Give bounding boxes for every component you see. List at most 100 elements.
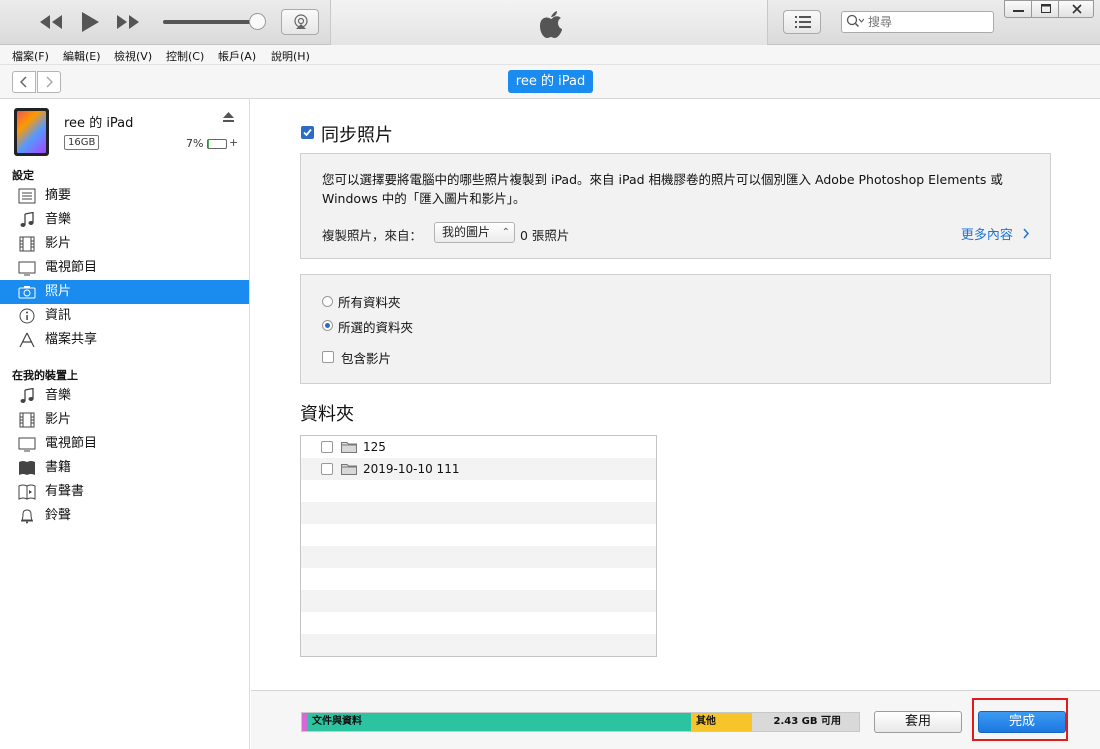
- sidebar-item-label: 電視節目: [45, 436, 98, 451]
- device-name: ree 的 iPad: [64, 116, 134, 131]
- info-icon: [18, 308, 36, 324]
- empty-row: [301, 590, 656, 612]
- sidebar-item[interactable]: 書籍: [0, 456, 249, 480]
- menu-account[interactable]: 帳戶(A): [218, 48, 256, 64]
- volume-slider[interactable]: [163, 20, 259, 24]
- folder-row[interactable]: 125: [301, 436, 656, 458]
- chevron-right-icon: [1023, 228, 1030, 239]
- selected-folders-radio[interactable]: [322, 320, 333, 331]
- copy-from-select[interactable]: 我的圖片 ⌃: [434, 222, 515, 243]
- empty-row: [301, 568, 656, 590]
- sidebar-item[interactable]: 電視節目: [0, 256, 249, 280]
- eject-icon[interactable]: [223, 112, 234, 125]
- capacity-segment: 其他: [690, 713, 753, 731]
- airplay-button[interactable]: [281, 9, 319, 35]
- main-content: 同步照片 您可以選擇要將電腦中的哪些照片複製到 iPad。來自 iPad 相機膠…: [251, 99, 1100, 749]
- folder-checkbox[interactable]: [321, 463, 333, 475]
- summary-icon: [18, 188, 36, 204]
- sidebar-item[interactable]: 音樂: [0, 208, 249, 232]
- audiobook-icon: [18, 484, 36, 500]
- sidebar-item[interactable]: 有聲書: [0, 480, 249, 504]
- sidebar-item[interactable]: 鈴聲: [0, 504, 249, 528]
- battery-percent: 7%: [186, 137, 204, 150]
- title-bar: [0, 0, 1100, 45]
- chevron-left-icon: [19, 76, 27, 88]
- volume-knob[interactable]: [249, 13, 266, 30]
- charging-icon: +: [229, 136, 239, 149]
- minimize-icon: [1013, 10, 1024, 12]
- capacity-segment: 2.43 GB 可用: [752, 713, 859, 731]
- empty-row: [301, 502, 656, 524]
- play-icon[interactable]: [78, 10, 102, 39]
- all-folders-label: 所有資料夾: [338, 295, 401, 310]
- close-icon: [1072, 4, 1082, 14]
- sidebar-item[interactable]: 檔案共享: [0, 328, 249, 352]
- chevron-updown-icon: ⌃: [501, 227, 510, 238]
- more-info-link[interactable]: 更多內容: [961, 224, 1030, 243]
- bottom-bar: 文件與資料 其他 2.43 GB 可用 套用 完成: [251, 690, 1100, 749]
- sidebar-item[interactable]: 影片: [0, 232, 249, 256]
- sidebar-item-label: 書籍: [45, 460, 72, 475]
- sync-photos-checkbox[interactable]: [301, 126, 314, 139]
- empty-row: [301, 634, 656, 656]
- book-icon: [18, 460, 36, 476]
- sidebar-item[interactable]: 照片: [0, 280, 249, 304]
- menu-controls[interactable]: 控制(C): [166, 48, 204, 64]
- sync-photos-title: 同步照片: [321, 125, 393, 146]
- folder-list[interactable]: 125 2019-10-10 111: [300, 435, 657, 657]
- ipad-thumbnail: [14, 108, 49, 156]
- sidebar-item-label: 影片: [45, 412, 72, 427]
- battery-icon: [207, 139, 227, 149]
- capacity-badge: 16GB: [64, 135, 100, 150]
- sidebar-item-label: 資訊: [45, 308, 72, 323]
- empty-row: [301, 480, 656, 502]
- sidebar-item-label: 電視節目: [45, 260, 98, 275]
- list-view-button[interactable]: [783, 10, 821, 34]
- apply-button[interactable]: 套用: [874, 711, 962, 733]
- sidebar-item-label: 照片: [45, 284, 72, 299]
- back-button[interactable]: [12, 71, 36, 93]
- sidebar-item-label: 有聲書: [45, 484, 85, 499]
- film-icon: [18, 236, 36, 252]
- done-highlight-box: [972, 698, 1068, 741]
- menu-view[interactable]: 檢視(V): [114, 48, 152, 64]
- sidebar-item-label: 音樂: [45, 212, 72, 227]
- maximize-button[interactable]: [1031, 0, 1059, 18]
- folder-checkbox[interactable]: [321, 441, 333, 453]
- menu-bar: 檔案(F) 編輯(E) 檢視(V) 控制(C) 帳戶(A) 說明(H): [0, 45, 1100, 65]
- sidebar-item-label: 鈴聲: [45, 508, 72, 523]
- rewind-icon[interactable]: [38, 10, 64, 39]
- selected-folders-label: 所選的資料夾: [338, 320, 414, 335]
- sidebar-item-label: 音樂: [45, 388, 72, 403]
- sidebar-item[interactable]: 電視節目: [0, 432, 249, 456]
- close-button[interactable]: [1058, 0, 1094, 18]
- include-videos-checkbox[interactable]: [322, 351, 334, 363]
- empty-row: [301, 612, 656, 634]
- fast-forward-icon[interactable]: [115, 10, 141, 39]
- sidebar-item[interactable]: 音樂: [0, 384, 249, 408]
- photo-count: 0 張照片: [520, 228, 570, 243]
- tv-icon: [18, 436, 36, 452]
- sidebar-item[interactable]: 摘要: [0, 184, 249, 208]
- list-icon: [795, 16, 811, 28]
- chevron-right-icon: [46, 76, 54, 88]
- sidebar-item-label: 摘要: [45, 188, 72, 203]
- folder-icon: [341, 441, 357, 456]
- device-button[interactable]: ree 的 iPad: [508, 70, 593, 93]
- more-info-label: 更多內容: [960, 228, 1013, 243]
- menu-file[interactable]: 檔案(F): [12, 48, 49, 64]
- menu-edit[interactable]: 編輯(E): [63, 48, 101, 64]
- source-panel: 您可以選擇要將電腦中的哪些照片複製到 iPad。來自 iPad 相機膠卷的照片可…: [300, 153, 1051, 259]
- apple-logo-icon: [540, 11, 562, 38]
- maximize-icon: [1041, 4, 1051, 13]
- sidebar-item[interactable]: 資訊: [0, 304, 249, 328]
- folder-name: 2019-10-10 111: [363, 462, 460, 476]
- all-folders-radio[interactable]: [322, 296, 333, 307]
- film-icon: [18, 412, 36, 428]
- camera-icon: [18, 284, 36, 300]
- folder-row[interactable]: 2019-10-10 111: [301, 458, 656, 480]
- minimize-button[interactable]: [1004, 0, 1032, 18]
- forward-button[interactable]: [37, 71, 61, 93]
- sidebar-item[interactable]: 影片: [0, 408, 249, 432]
- menu-help[interactable]: 說明(H): [271, 48, 310, 64]
